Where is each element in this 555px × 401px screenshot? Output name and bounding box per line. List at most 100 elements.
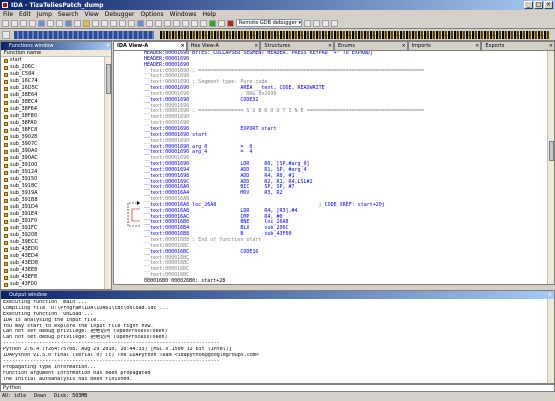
tab-structures[interactable]: Structures ×: [260, 41, 335, 50]
minimize-button[interactable]: _: [524, 1, 533, 9]
tab-close-icon[interactable]: ×: [475, 42, 479, 50]
function-list-item[interactable]: sub_3918C: [1, 183, 105, 190]
function-list-item[interactable]: sub_38F64: [1, 106, 105, 113]
function-list-item[interactable]: sub_39150: [1, 176, 105, 183]
graph-icon[interactable]: [65, 19, 72, 27]
search-icon[interactable]: [38, 19, 45, 27]
tab-close-icon[interactable]: ×: [254, 42, 258, 50]
nav-scroll-icon[interactable]: [2, 31, 10, 39]
functions-scrollbar[interactable]: [104, 57, 111, 289]
function-list-item[interactable]: sub_390A0: [1, 148, 105, 155]
menu-view[interactable]: View: [85, 11, 99, 18]
function-list-item[interactable]: sub_390AC: [1, 155, 105, 162]
function-list-item[interactable]: sub_391B8: [1, 197, 105, 204]
name-icon[interactable]: [155, 19, 162, 27]
function-icon[interactable]: [83, 19, 90, 27]
function-list-item[interactable]: sub_38FA0: [1, 120, 105, 127]
function-name-column-header[interactable]: Function name: [1, 50, 111, 57]
menu-jump[interactable]: Jump: [37, 11, 52, 18]
back-icon[interactable]: [20, 19, 27, 27]
string-icon[interactable]: [101, 19, 108, 27]
function-list-item[interactable]: sub_16C74: [1, 78, 105, 85]
menu-search[interactable]: Search: [58, 11, 79, 18]
function-list-item[interactable]: sub_38FC8: [1, 127, 105, 134]
function-list-item[interactable]: sub_43ED4: [1, 253, 105, 260]
function-list-item[interactable]: sub_39ECC: [1, 239, 105, 246]
close-icon[interactable]: ×: [106, 42, 110, 50]
function-list-item[interactable]: sub_43ED8: [1, 260, 105, 267]
tab-imports[interactable]: Imports ×: [407, 41, 482, 50]
function-list-item[interactable]: sub_38E64: [1, 92, 105, 99]
code-icon[interactable]: [128, 19, 135, 27]
function-list-item[interactable]: sub_38F80: [1, 113, 105, 120]
close-icon[interactable]: ×: [548, 291, 552, 299]
enum-icon[interactable]: [146, 19, 153, 27]
forward-icon[interactable]: [29, 19, 36, 27]
step-out-icon[interactable]: [331, 19, 338, 27]
function-list-item[interactable]: sub_43F00: [1, 281, 105, 288]
run-to-icon[interactable]: [322, 19, 329, 27]
text-icon[interactable]: [74, 19, 81, 27]
scrollbar-thumb[interactable]: [549, 141, 554, 161]
pause-icon[interactable]: [218, 19, 225, 27]
scrollbar-thumb[interactable]: [106, 64, 111, 94]
tab-close-icon[interactable]: ×: [401, 42, 405, 50]
breakpoint-icon[interactable]: [200, 19, 207, 27]
tab-enums[interactable]: Enums ×: [334, 41, 408, 50]
ida-view-disassembly[interactable]: HEADER:00001690 BYTES: COLLAPSED SEGMENT…: [113, 50, 555, 285]
output-log[interactable]: Executing function 'main'... Compiling fi…: [1, 299, 554, 382]
tab-close-icon[interactable]: ×: [328, 42, 332, 50]
function-list-item[interactable]: sub_3907C: [1, 141, 105, 148]
function-list-item[interactable]: sub_39100: [1, 162, 105, 169]
function-list-item[interactable]: sub_3919A: [1, 190, 105, 197]
navigation-band[interactable]: [0, 29, 555, 41]
menu-options[interactable]: Options: [140, 11, 163, 18]
menu-edit[interactable]: Edit: [19, 11, 31, 18]
function-list-item[interactable]: sub_391FC: [1, 225, 105, 232]
function-list-item[interactable]: sub_391E4: [1, 211, 105, 218]
xref-icon[interactable]: [173, 19, 180, 27]
paste-icon[interactable]: [56, 19, 63, 27]
struct-icon[interactable]: [137, 19, 144, 27]
function-list-item[interactable]: sub_43EE8: [1, 267, 105, 274]
tab-close-icon[interactable]: ×: [180, 42, 184, 50]
debugger-select[interactable]: Remote GDB debugger ▾: [236, 19, 302, 27]
function-list-item[interactable]: sub_43EF8: [1, 274, 105, 281]
disassembly-scrollbar[interactable]: [547, 51, 554, 284]
function-list-item[interactable]: sub_39208: [1, 232, 105, 239]
function-list-item[interactable]: sub_39028: [1, 134, 105, 141]
proc-icon[interactable]: [191, 19, 198, 27]
function-list-item[interactable]: sub_C584: [1, 71, 105, 78]
nav-band-data[interactable]: [160, 31, 550, 39]
tab-ida-view-a[interactable]: IDA View-A ×: [113, 41, 187, 50]
menu-debugger[interactable]: Debugger: [105, 11, 135, 18]
run-icon[interactable]: [209, 19, 216, 27]
tab-exports[interactable]: Exports ×: [481, 41, 555, 50]
step-over-icon[interactable]: [313, 19, 320, 27]
copy-icon[interactable]: [47, 19, 54, 27]
open-icon[interactable]: [2, 19, 9, 27]
stop-icon[interactable]: [227, 19, 234, 27]
function-list-item[interactable]: sub_38EC4: [1, 99, 105, 106]
disassembly-listing[interactable]: HEADER:00001690 BYTES: COLLAPSED SEGMENT…: [144, 51, 546, 281]
tab-close-icon[interactable]: ×: [549, 42, 553, 50]
save-icon[interactable]: [11, 19, 18, 27]
nav-band-code[interactable]: [14, 31, 154, 39]
output-scrollbar[interactable]: [547, 299, 554, 383]
data-icon[interactable]: [92, 19, 99, 27]
hex-icon[interactable]: [182, 19, 189, 27]
step-into-icon[interactable]: [304, 19, 311, 27]
menu-windows[interactable]: Windows: [170, 11, 197, 18]
array-icon[interactable]: [110, 19, 117, 27]
comment-icon[interactable]: [164, 19, 171, 27]
python-command-line[interactable]: Python: [0, 384, 555, 392]
function-list-item[interactable]: sub_16D5C: [1, 85, 105, 92]
function-list-item[interactable]: start: [1, 57, 105, 64]
menu-file[interactable]: File: [3, 11, 13, 18]
tab-hex-view-a[interactable]: Hex View-A ×: [186, 41, 261, 50]
maximize-button[interactable]: □: [534, 1, 543, 9]
function-list-item[interactable]: sub_391D4: [1, 204, 105, 211]
close-button[interactable]: ×: [544, 1, 553, 9]
menu-help[interactable]: Help: [202, 11, 216, 18]
undefine-icon[interactable]: [119, 19, 126, 27]
